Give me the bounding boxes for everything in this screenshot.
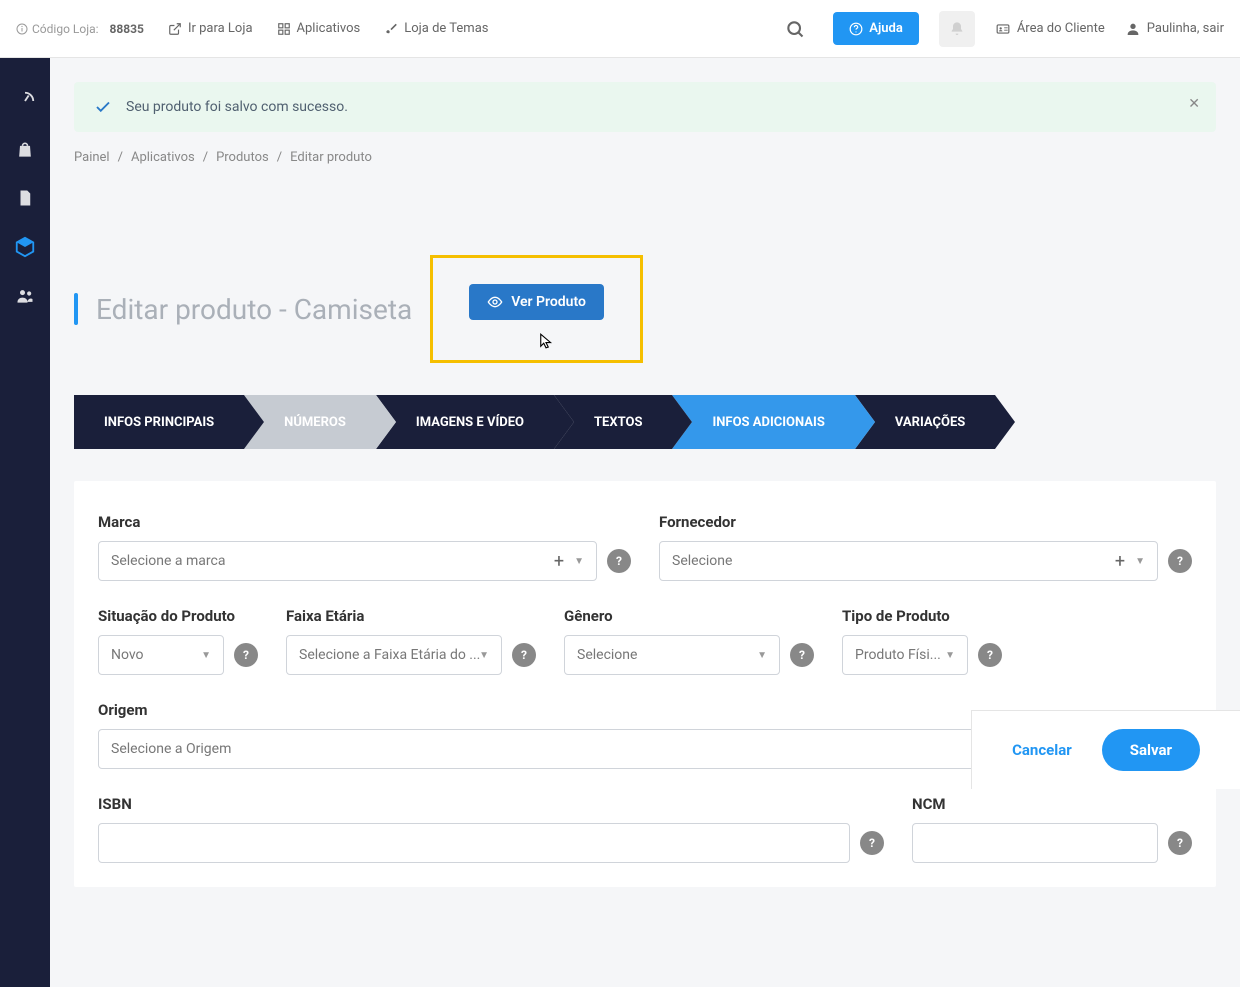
chevron-down-icon: ▼ (574, 556, 584, 567)
age-range-help[interactable]: ? (512, 643, 536, 667)
user-icon (1125, 21, 1141, 37)
id-card-icon (995, 22, 1011, 36)
external-link-icon (168, 22, 182, 36)
ncm-label: NCM (912, 795, 1192, 813)
store-code: Código Loja: 88835 (16, 22, 144, 36)
page-title: Editar produto - Camiseta (96, 293, 412, 326)
alert-close-button[interactable]: ✕ (1188, 96, 1200, 112)
box-icon (14, 236, 36, 258)
isbn-input[interactable] (98, 823, 850, 863)
sidebar-item-orders[interactable] (15, 140, 35, 160)
isbn-label: ISBN (98, 795, 884, 813)
status-label: Situação do Produto (98, 607, 258, 625)
plus-icon: + (554, 551, 564, 572)
view-product-button[interactable]: Ver Produto (469, 284, 604, 320)
brand-help[interactable]: ? (607, 549, 631, 573)
step-images[interactable]: IMAGENS E VÍDEO (376, 395, 554, 449)
supplier-select[interactable]: Selecione + ▼ (659, 541, 1158, 581)
sidebar-item-users[interactable] (14, 286, 36, 306)
gender-select[interactable]: Selecione▼ (564, 635, 780, 675)
breadcrumb-item[interactable]: Produtos (216, 150, 269, 165)
gauge-icon (14, 90, 36, 112)
brand-label: Marca (98, 513, 631, 531)
sidebar-item-products[interactable] (14, 236, 36, 258)
sticky-footer: Cancelar Salvar (971, 710, 1240, 789)
cancel-button[interactable]: Cancelar (1012, 741, 1072, 759)
gender-label: Gênero (564, 607, 814, 625)
supplier-help[interactable]: ? (1168, 549, 1192, 573)
chevron-down-icon: ▼ (945, 650, 955, 661)
eye-icon (487, 294, 503, 310)
save-button[interactable]: Salvar (1102, 729, 1200, 771)
breadcrumb-item[interactable]: Aplicativos (131, 150, 195, 165)
document-icon (16, 188, 34, 208)
apps-link[interactable]: Aplicativos (277, 21, 361, 36)
supplier-label: Fornecedor (659, 513, 1192, 531)
client-area-link[interactable]: Área do Cliente (995, 21, 1105, 36)
breadcrumb: Painel/ Aplicativos/ Produtos/ Editar pr… (74, 150, 1216, 165)
status-select[interactable]: Novo▼ (98, 635, 224, 675)
highlight-annotation: Ver Produto (430, 255, 643, 363)
form-card: Marca Selecione a marca + ▼ ? Fornecedor (74, 481, 1216, 887)
help-icon (849, 22, 863, 36)
brand-select[interactable]: Selecione a marca + ▼ (98, 541, 597, 581)
info-icon (16, 23, 28, 35)
grid-icon (277, 22, 291, 36)
themes-link[interactable]: Loja de Temas (384, 21, 488, 36)
chevron-down-icon: ▼ (1135, 556, 1145, 567)
help-button[interactable]: Ajuda (833, 12, 919, 45)
brush-icon (384, 22, 398, 36)
step-progress: INFOS PRINCIPAIS NÚMEROS IMAGENS E VÍDEO… (74, 395, 1216, 449)
chevron-down-icon: ▼ (757, 650, 767, 661)
search-button[interactable] (777, 11, 813, 47)
age-range-label: Faixa Etária (286, 607, 536, 625)
user-logout-link[interactable]: Paulinha, sair (1125, 21, 1224, 37)
breadcrumb-current: Editar produto (290, 150, 372, 165)
check-icon (94, 98, 112, 116)
bell-icon (949, 21, 965, 37)
sidebar (0, 58, 50, 987)
product-type-label: Tipo de Produto (842, 607, 1002, 625)
isbn-help[interactable]: ? (860, 831, 884, 855)
breadcrumb-item[interactable]: Painel (74, 150, 110, 165)
chevron-down-icon: ▼ (479, 650, 489, 661)
title-accent (74, 293, 78, 325)
cursor-icon (537, 330, 555, 352)
ncm-input[interactable] (912, 823, 1158, 863)
gender-help[interactable]: ? (790, 643, 814, 667)
users-icon (14, 286, 36, 306)
go-to-store-link[interactable]: Ir para Loja (168, 21, 253, 36)
step-variations[interactable]: VARIAÇÕES (855, 395, 995, 449)
age-range-select[interactable]: Selecione a Faixa Etária do ...▼ (286, 635, 502, 675)
status-help[interactable]: ? (234, 643, 258, 667)
chevron-down-icon: ▼ (201, 650, 211, 661)
notifications-button[interactable] (939, 11, 975, 47)
product-type-select[interactable]: Produto Físi...▼ (842, 635, 968, 675)
step-additional-info[interactable]: INFOS ADICIONAIS (672, 395, 854, 449)
plus-icon: + (1115, 551, 1125, 572)
sidebar-item-dashboard[interactable] (14, 90, 36, 112)
ncm-help[interactable]: ? (1168, 831, 1192, 855)
success-alert: Seu produto foi salvo com sucesso. ✕ (74, 82, 1216, 132)
sidebar-item-pages[interactable] (16, 188, 34, 208)
alert-message: Seu produto foi salvo com sucesso. (126, 99, 348, 115)
bag-icon (15, 140, 35, 160)
step-main-info[interactable]: INFOS PRINCIPAIS (74, 395, 244, 449)
product-type-help[interactable]: ? (978, 643, 1002, 667)
search-icon (785, 19, 805, 39)
